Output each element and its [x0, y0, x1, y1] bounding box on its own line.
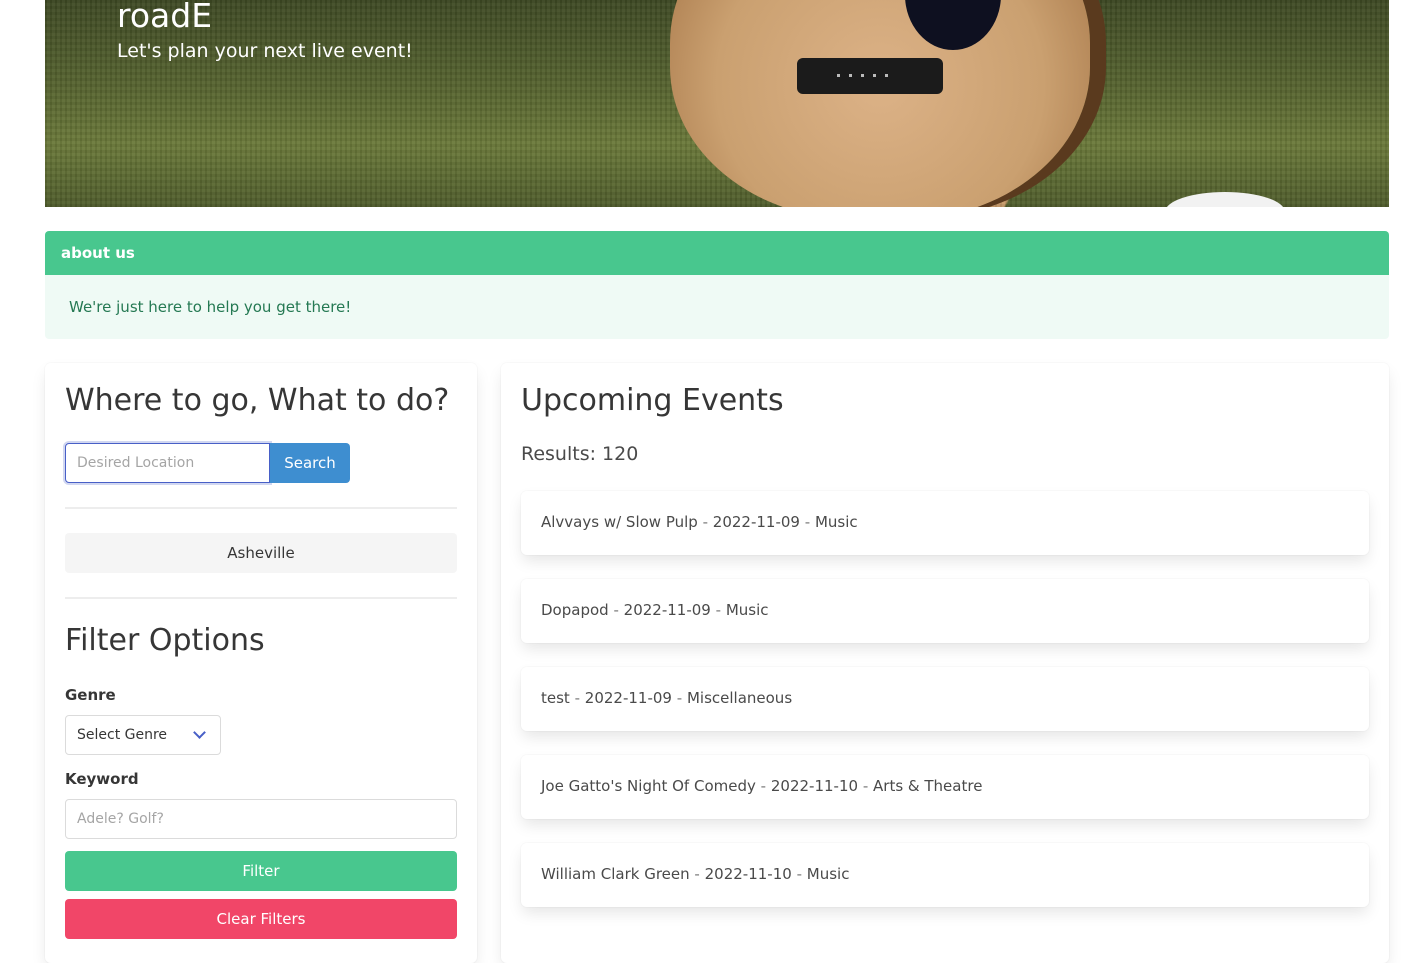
event-category: Miscellaneous: [686, 689, 793, 707]
event-date: 2022-11-10: [704, 865, 792, 883]
separator: -: [676, 689, 683, 707]
genre-select[interactable]: Select Genre: [65, 715, 221, 755]
separator: -: [796, 865, 802, 883]
separator: -: [804, 513, 811, 531]
event-category: Music: [806, 865, 850, 883]
event-name: test: [541, 689, 570, 707]
event-date: 2022-11-09: [623, 601, 711, 619]
divider: [65, 507, 457, 509]
event-category: Music: [814, 513, 858, 531]
clear-filters-button[interactable]: Clear Filters: [65, 899, 457, 939]
divider: [65, 597, 457, 599]
location-search-input[interactable]: [65, 443, 270, 483]
event-category: Arts & Theatre: [873, 777, 983, 795]
chevron-down-icon: [193, 726, 206, 739]
results-summary: Results: 120: [521, 443, 638, 465]
event-category: Music: [725, 601, 769, 619]
separator: -: [694, 865, 700, 883]
events-title: Upcoming Events: [521, 383, 784, 418]
guitar-bridge: [797, 58, 943, 94]
search-filter-card: Where to go, What to do? Search Ashevill…: [45, 363, 477, 963]
separator: -: [760, 777, 767, 795]
separator: -: [702, 513, 709, 531]
event-list: Alvvays w/ Slow Pulp - 2022-11-09 - Musi…: [521, 491, 1369, 931]
guitar-image: [670, 0, 1090, 207]
site-title: roadE: [117, 0, 213, 35]
event-item[interactable]: Alvvays w/ Slow Pulp - 2022-11-09 - Musi…: [521, 491, 1369, 555]
about-header: about us: [45, 231, 1389, 275]
results-label: Results:: [521, 443, 597, 465]
genre-select-value: Select Genre: [77, 727, 168, 743]
event-name: Joe Gatto's Night Of Comedy: [541, 777, 756, 795]
event-item[interactable]: Joe Gatto's Night Of Comedy - 2022-11-10…: [521, 755, 1369, 819]
results-count: 120: [602, 443, 639, 465]
filter-title: Filter Options: [65, 623, 265, 658]
separator: -: [715, 601, 722, 619]
keyword-input[interactable]: [65, 799, 457, 839]
event-name: William Clark Green: [541, 865, 690, 883]
event-name: Alvvays w/ Slow Pulp: [541, 513, 698, 531]
search-button[interactable]: Search: [270, 443, 350, 483]
event-item[interactable]: test - 2022-11-09 - Miscellaneous: [521, 667, 1369, 731]
site-subtitle: Let's plan your next live event!: [117, 40, 413, 62]
about-header-label: about us: [61, 244, 135, 262]
about-text: We're just here to help you get there!: [69, 298, 352, 316]
event-date: 2022-11-09: [584, 689, 672, 707]
keyword-label: Keyword: [65, 770, 139, 788]
event-date: 2022-11-10: [770, 777, 859, 795]
event-name: Dopapod: [541, 601, 609, 619]
genre-label: Genre: [65, 686, 116, 704]
separator: -: [613, 601, 619, 619]
event-date: 2022-11-09: [712, 513, 800, 531]
events-card: Upcoming Events Results: 120 Alvvays w/ S…: [501, 363, 1389, 963]
separator: -: [574, 689, 581, 707]
separator: -: [862, 777, 869, 795]
event-item[interactable]: Dopapod - 2022-11-09 - Music: [521, 579, 1369, 643]
filter-button[interactable]: Filter: [65, 851, 457, 891]
about-body: We're just here to help you get there!: [45, 275, 1389, 339]
event-item[interactable]: William Clark Green - 2022-11-10 - Music: [521, 843, 1369, 907]
city-button-asheville[interactable]: Asheville: [65, 533, 457, 573]
hero-banner: roadE Let's plan your next live event!: [45, 0, 1389, 207]
search-title: Where to go, What to do?: [65, 383, 450, 418]
